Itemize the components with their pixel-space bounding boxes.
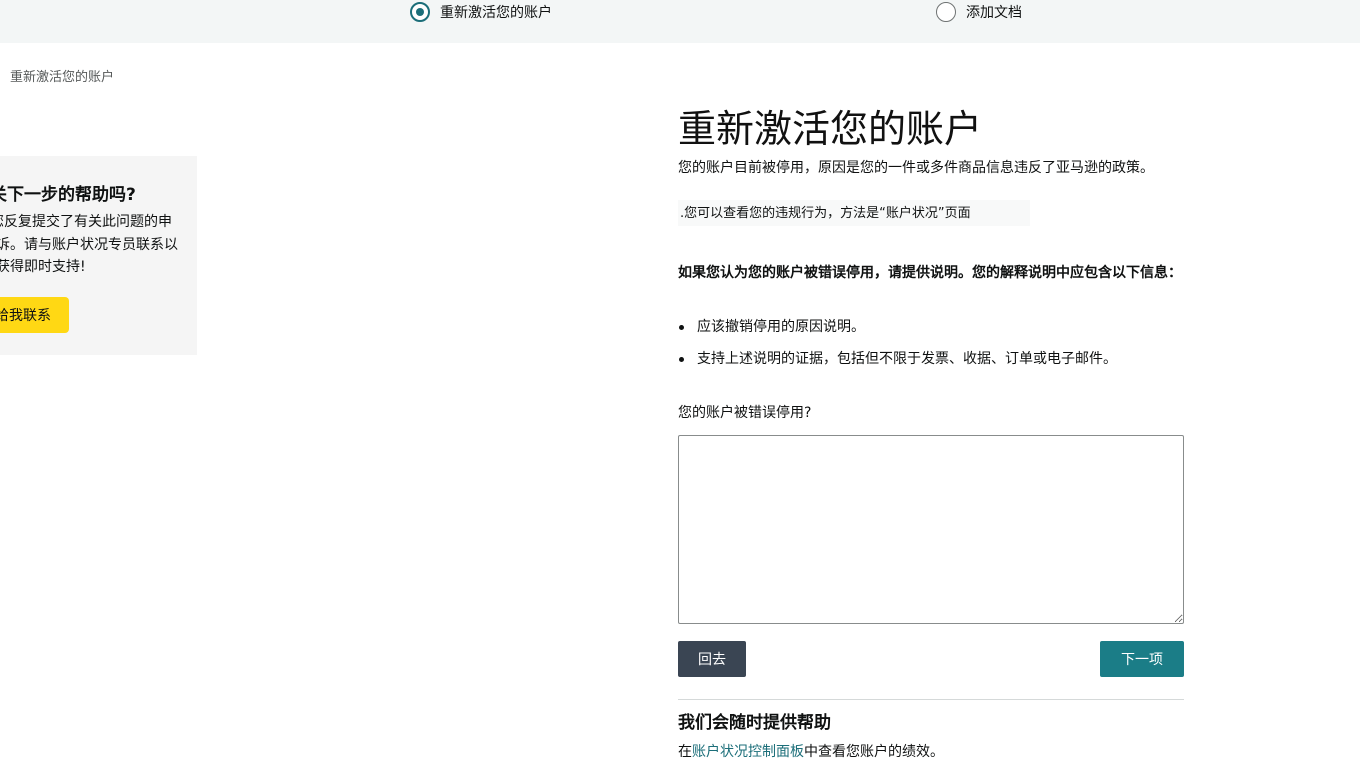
- help-card-text: 注意到您反复提交了有关此问题的申诉。请与账户状况专员联系以获得即时支持!: [0, 214, 178, 275]
- help-card-title: 关下一步的帮助吗?: [0, 185, 136, 205]
- instructions-heading: 如果您认为您的账户被错误停用，请提供说明。您的解释说明中应包含以下信息：: [678, 265, 1182, 281]
- footer-suffix: 中查看您账户的绩效。: [804, 744, 944, 760]
- explanation-textarea[interactable]: [678, 435, 1184, 624]
- account-health-link[interactable]: .您可以查看您的违规行为，方法是“账户状况”页面: [678, 200, 1030, 226]
- footer-prefix: 在: [678, 744, 692, 760]
- help-heading: 我们会随时提供帮助: [678, 713, 831, 733]
- list-item: 应该撤销停用的原因说明。: [678, 316, 1184, 348]
- step-label: 重新激活您的账户: [440, 5, 552, 21]
- help-card: 关下一步的帮助吗? 注意到您反复提交了有关此问题的申诉。请与账户状况专员联系以获…: [0, 156, 197, 355]
- radio-selected-icon[interactable]: [410, 2, 430, 22]
- radio-unselected-icon[interactable]: [936, 2, 956, 22]
- divider: [678, 699, 1184, 700]
- step-add-documents[interactable]: 添加文档: [936, 0, 1022, 24]
- suspension-description: 您的账户目前被停用，原因是您的一件或多件商品信息违反了亚马逊的政策。: [678, 160, 1154, 176]
- instructions-list: 应该撤销停用的原因说明。 支持上述说明的证据，包括但不限于发票、收据、订单或电子…: [678, 316, 1184, 380]
- account-health-dashboard-link[interactable]: 账户状况控制面板: [692, 744, 804, 760]
- progress-stepper: 重新激活您的账户 添加文档: [0, 0, 1360, 43]
- back-button[interactable]: 回去: [678, 641, 746, 677]
- breadcrumb: 重新激活您的账户: [10, 70, 115, 85]
- contact-me-button[interactable]: 请给我联系: [0, 297, 69, 333]
- question-label: 您的账户被错误停用?: [678, 405, 812, 421]
- list-item: 支持上述说明的证据，包括但不限于发票、收据、订单或电子邮件。: [678, 348, 1184, 380]
- page-title: 重新激活您的账户: [678, 107, 983, 151]
- footer-text: 在账户状况控制面板中查看您账户的绩效。: [678, 741, 944, 761]
- next-button[interactable]: 下一项: [1100, 641, 1184, 677]
- step-label: 添加文档: [966, 5, 1022, 21]
- step-reactivate-account[interactable]: 重新激活您的账户: [410, 0, 552, 24]
